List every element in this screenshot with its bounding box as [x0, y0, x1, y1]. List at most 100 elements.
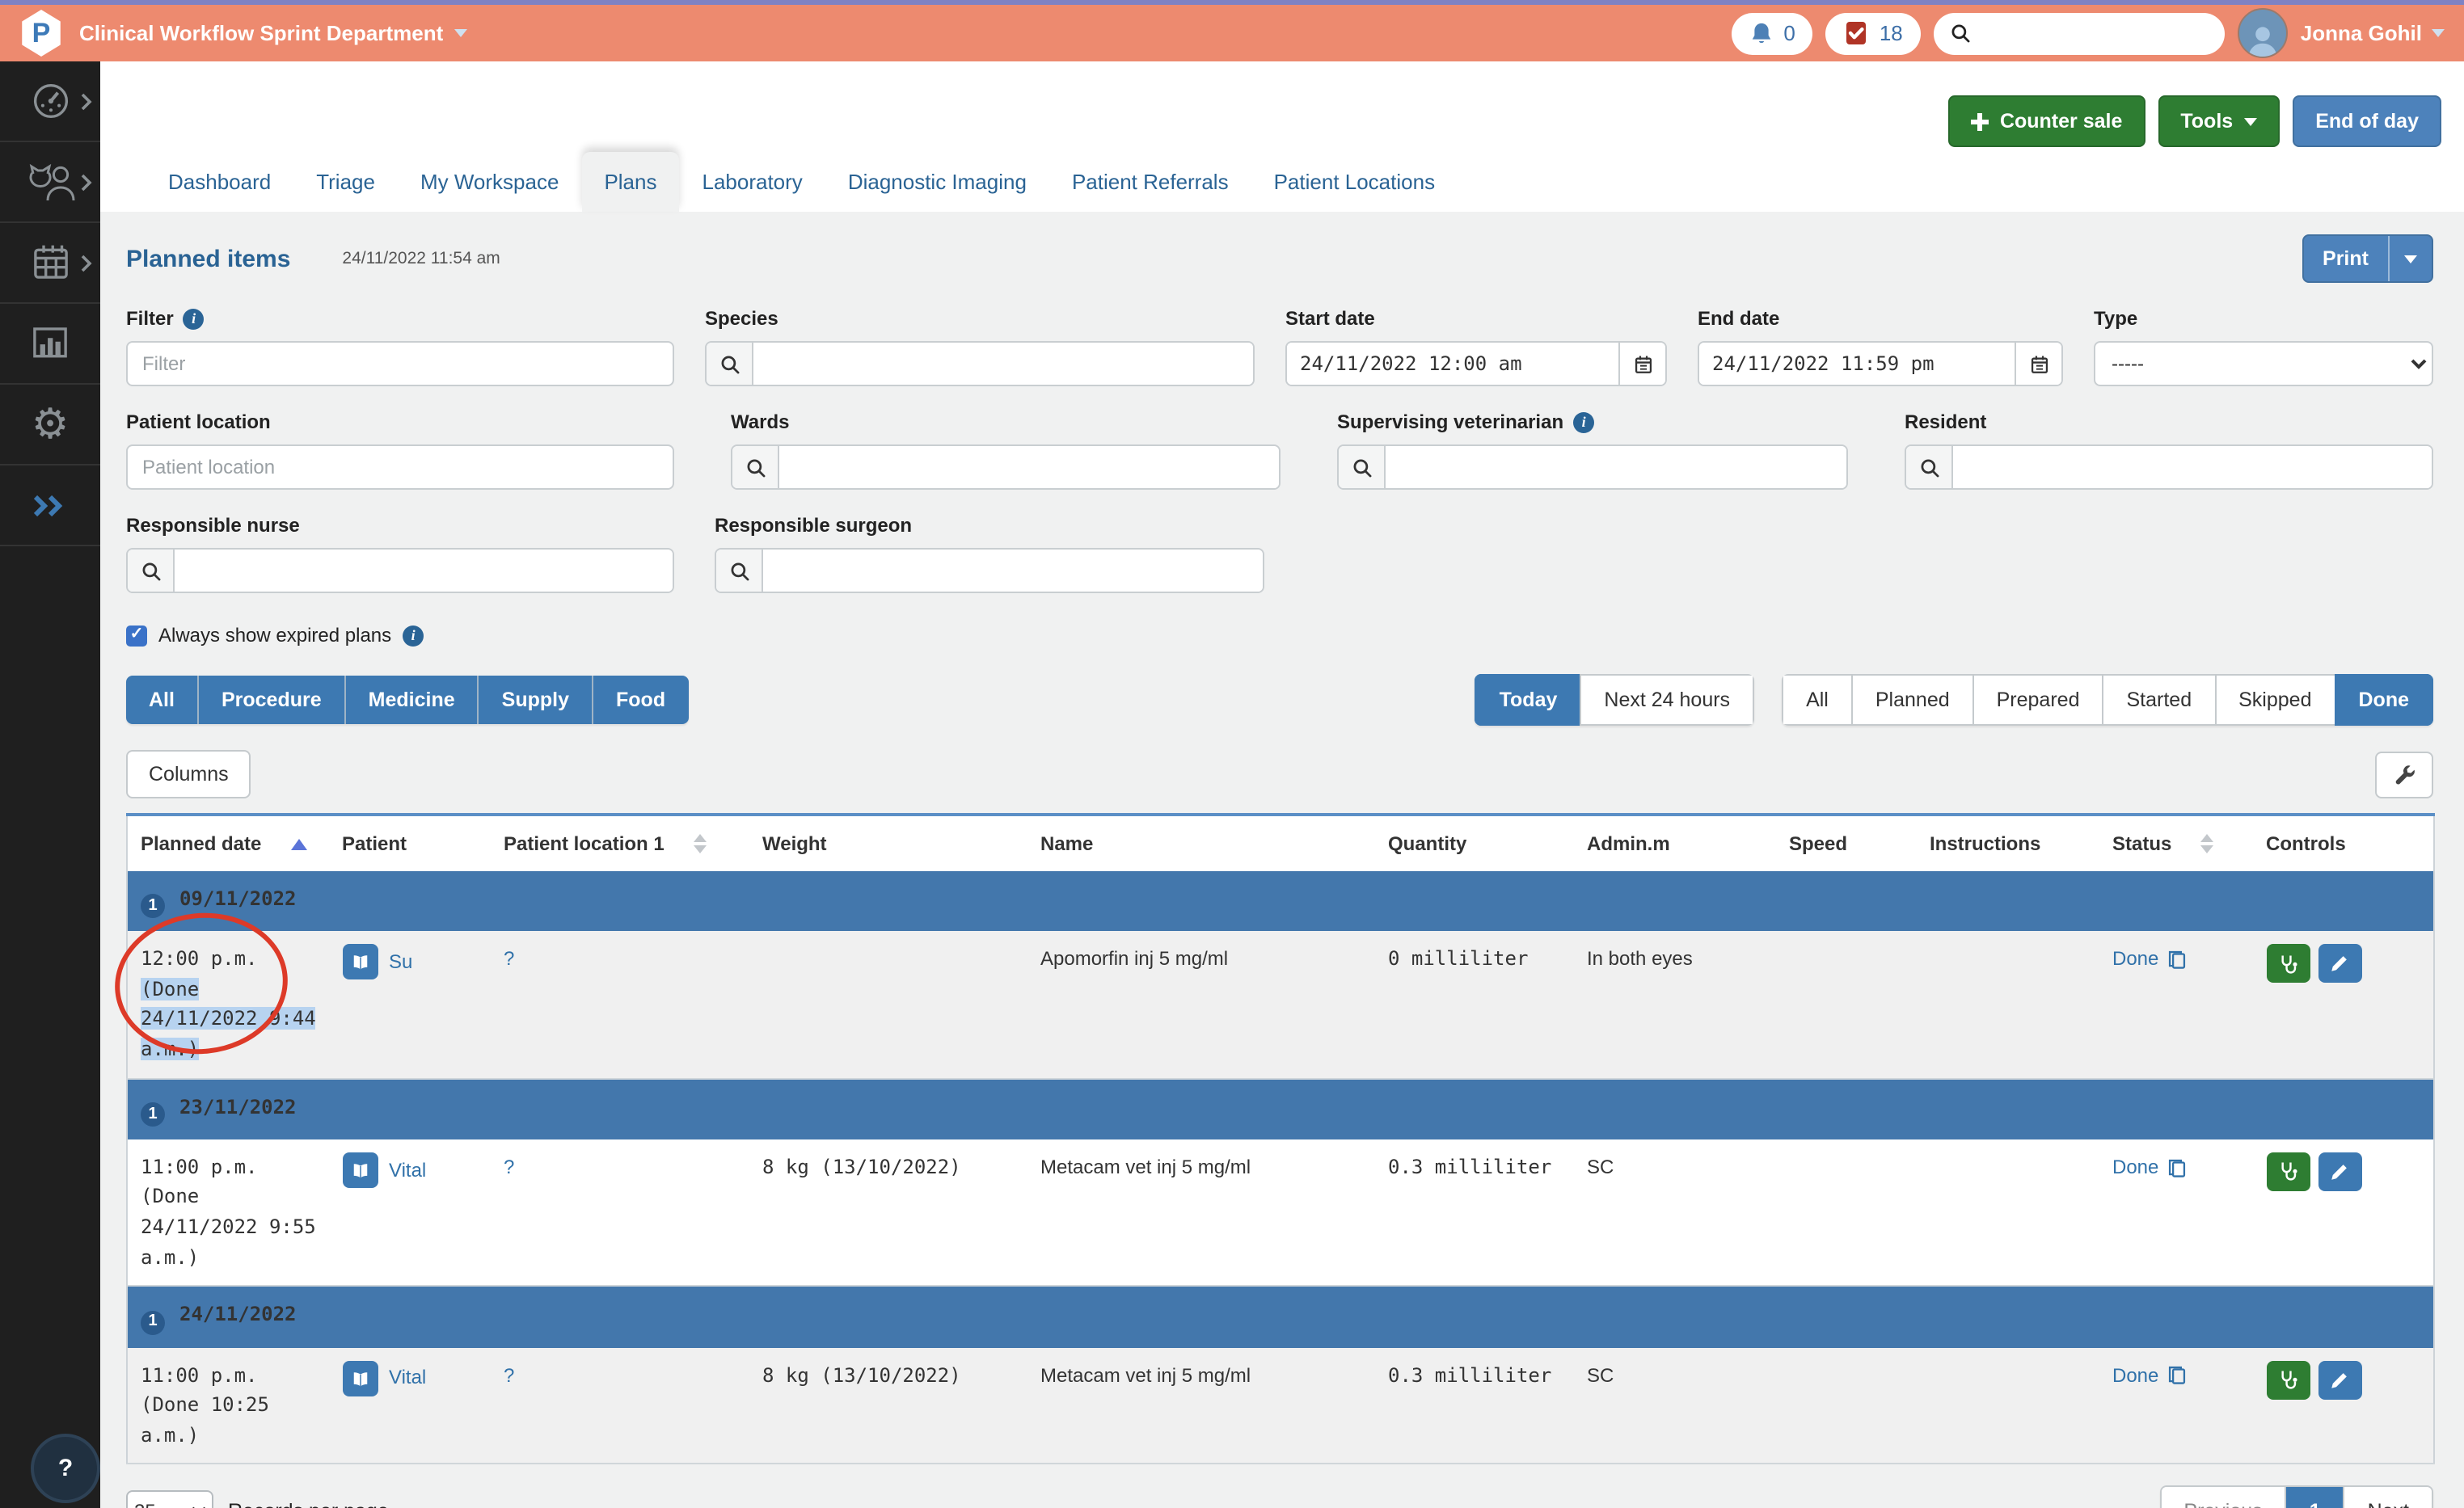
calendar-icon[interactable]: [1618, 343, 1665, 385]
category-food-button[interactable]: Food: [593, 676, 688, 724]
location-link[interactable]: ?: [504, 1156, 514, 1178]
supervising-vet-label: Supervising veterinarian: [1337, 411, 1848, 433]
sidebar-item-dashboard[interactable]: [0, 61, 100, 142]
sidebar-item-reports[interactable]: [0, 304, 100, 385]
patient-location-input[interactable]: [126, 444, 674, 490]
topbar-search-input[interactable]: [1981, 20, 2209, 46]
status-all-button[interactable]: All: [1782, 674, 1851, 726]
columns-button[interactable]: Columns: [126, 750, 251, 798]
treatment-button[interactable]: [2266, 1360, 2310, 1399]
status-done-button[interactable]: Done: [2335, 674, 2434, 726]
status-skipped-button[interactable]: Skipped: [2214, 674, 2334, 726]
col-admin-method[interactable]: Admin.m: [1574, 815, 1776, 871]
clipboard-icon[interactable]: [2167, 1365, 2188, 1386]
sidebar-item-settings[interactable]: ⚙: [0, 385, 100, 465]
col-weight[interactable]: Weight: [749, 815, 1027, 871]
print-dropdown-toggle[interactable]: [2388, 236, 2432, 281]
notifications-button[interactable]: 0: [1732, 12, 1812, 54]
patient-record-button[interactable]: [342, 945, 378, 980]
sidebar-item-calendar[interactable]: [0, 223, 100, 304]
topbar-search[interactable]: [1934, 12, 2225, 54]
info-icon[interactable]: [1573, 411, 1594, 432]
col-name[interactable]: Name: [1027, 815, 1375, 871]
print-button[interactable]: Print: [2302, 234, 2433, 283]
status-started-button[interactable]: Started: [2103, 674, 2215, 726]
col-patient-location[interactable]: Patient location 1: [491, 815, 749, 871]
col-quantity[interactable]: Quantity: [1375, 815, 1574, 871]
current-page-button[interactable]: 1: [2287, 1488, 2344, 1508]
location-link[interactable]: ?: [504, 948, 514, 971]
responsible-surgeon-input[interactable]: [763, 550, 1263, 592]
tab-my-workspace[interactable]: My Workspace: [398, 152, 581, 212]
col-status[interactable]: Status: [2099, 815, 2253, 871]
clipboard-icon[interactable]: [2167, 949, 2188, 970]
counter-sale-button[interactable]: Counter sale: [1948, 95, 2145, 147]
expired-plans-checkbox[interactable]: [126, 625, 147, 646]
nav-band: Dashboard Triage My Workspace Plans Labo…: [100, 61, 2464, 212]
supervising-vet-input[interactable]: [1386, 446, 1846, 488]
edit-button[interactable]: [2318, 945, 2361, 984]
clipboard-icon[interactable]: [2167, 1156, 2188, 1177]
table-row[interactable]: 12:00 p.m. (Done 24/11/2022 9:44 a.m.) S…: [127, 932, 2434, 1079]
col-patient[interactable]: Patient: [329, 815, 491, 871]
edit-button[interactable]: [2318, 1152, 2361, 1191]
tab-patient-referrals[interactable]: Patient Referrals: [1049, 152, 1251, 212]
patient-link[interactable]: Su: [389, 947, 412, 977]
calendar-icon[interactable]: [2015, 343, 2061, 385]
sidebar-expand-button[interactable]: [0, 465, 100, 546]
status-prepared-button[interactable]: Prepared: [1972, 674, 2103, 726]
col-instructions[interactable]: Instructions: [1917, 815, 2099, 871]
status-link[interactable]: Done: [2112, 1360, 2158, 1390]
tab-diagnostic-imaging[interactable]: Diagnostic Imaging: [825, 152, 1049, 212]
today-button[interactable]: Today: [1475, 674, 1580, 726]
tab-laboratory[interactable]: Laboratory: [680, 152, 825, 212]
help-button[interactable]: ?: [31, 1434, 100, 1503]
category-supply-button[interactable]: Supply: [479, 676, 593, 724]
info-icon[interactable]: [403, 625, 424, 646]
location-link[interactable]: ?: [504, 1363, 514, 1386]
patient-link[interactable]: Vital: [389, 1363, 426, 1392]
sidebar-item-clients-patients[interactable]: [0, 142, 100, 223]
end-date-input[interactable]: [1699, 343, 2015, 385]
patient-record-button[interactable]: [342, 1360, 378, 1396]
tab-plans[interactable]: Plans: [581, 152, 679, 212]
species-input[interactable]: [753, 343, 1253, 385]
table-settings-button[interactable]: [2375, 751, 2433, 798]
edit-button[interactable]: [2318, 1360, 2361, 1399]
col-planned-date[interactable]: Planned date: [127, 815, 329, 871]
end-of-day-button[interactable]: End of day: [2293, 95, 2441, 147]
department-selector[interactable]: Clinical Workflow Sprint Department: [79, 21, 467, 45]
status-link[interactable]: Done: [2112, 1152, 2158, 1182]
filter-input[interactable]: [126, 341, 674, 386]
next-page-button[interactable]: Next: [2344, 1488, 2432, 1508]
tab-patient-locations[interactable]: Patient Locations: [1251, 152, 1458, 212]
user-menu[interactable]: Jonna Gohil: [2301, 21, 2445, 45]
records-per-page-select[interactable]: 25: [126, 1491, 213, 1508]
status-planned-button[interactable]: Planned: [1851, 674, 1972, 726]
treatment-button[interactable]: [2266, 945, 2310, 984]
treatment-button[interactable]: [2266, 1152, 2310, 1191]
category-all-button[interactable]: All: [126, 676, 199, 724]
type-select[interactable]: -----: [2094, 341, 2433, 386]
patient-record-button[interactable]: [342, 1152, 378, 1188]
responsible-nurse-input[interactable]: [175, 550, 673, 592]
patient-link[interactable]: Vital: [389, 1155, 426, 1185]
next-24-hours-button[interactable]: Next 24 hours: [1580, 674, 1754, 726]
previous-page-button[interactable]: Previous: [2161, 1488, 2286, 1508]
col-speed[interactable]: Speed: [1776, 815, 1917, 871]
category-medicine-button[interactable]: Medicine: [346, 676, 479, 724]
provet-logo[interactable]: P: [19, 10, 63, 57]
table-row[interactable]: 11:00 p.m. (Done 10:25 a.m.) Vital ? 8 k…: [127, 1347, 2434, 1464]
info-icon[interactable]: [184, 308, 205, 329]
tab-dashboard[interactable]: Dashboard: [146, 152, 293, 212]
tools-button[interactable]: Tools: [2158, 95, 2280, 147]
tab-triage[interactable]: Triage: [293, 152, 398, 212]
category-procedure-button[interactable]: Procedure: [199, 676, 346, 724]
status-link[interactable]: Done: [2112, 945, 2158, 975]
tasks-button[interactable]: 18: [1826, 12, 1921, 54]
table-row[interactable]: 11:00 p.m. (Done 24/11/2022 9:55 a.m.) V…: [127, 1139, 2434, 1287]
avatar[interactable]: [2238, 8, 2288, 58]
wards-input[interactable]: [779, 446, 1279, 488]
resident-input[interactable]: [1953, 446, 2432, 488]
start-date-input[interactable]: [1287, 343, 1618, 385]
